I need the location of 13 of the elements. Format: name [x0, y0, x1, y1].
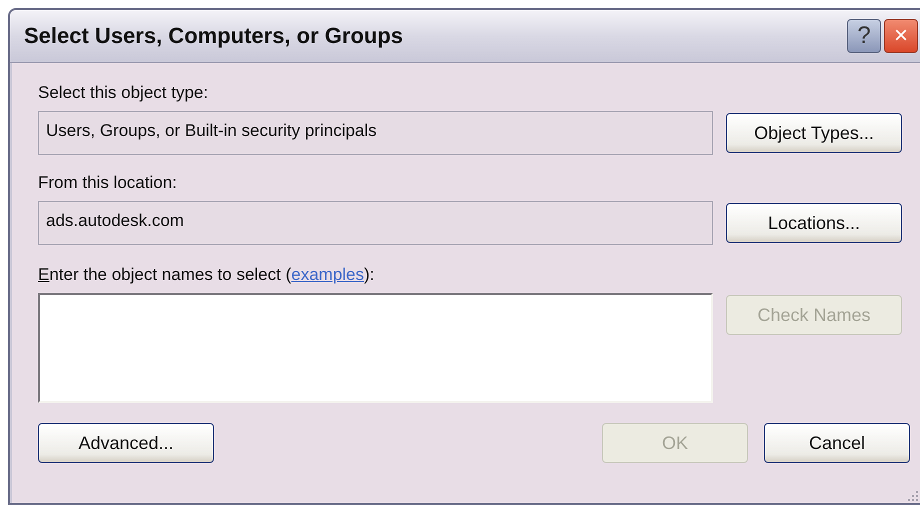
field-label: Select this object type: [38, 83, 210, 103]
locations-button[interactable]: Locations... [726, 203, 902, 243]
examples-link[interactable]: examples [291, 265, 364, 284]
object-type-field: Users, Groups, or Built-in security principals [38, 111, 713, 155]
cancel-button[interactable]: Cancel [764, 423, 910, 463]
field-label: From this location: [38, 173, 178, 193]
field-label: Enter the object names to select (examples): [38, 265, 376, 285]
object-types-button[interactable]: Object Types... [726, 113, 902, 153]
location-field: ads.autodesk.com [38, 201, 713, 245]
advanced-button[interactable]: Advanced... [38, 423, 214, 463]
help-button[interactable]: ? [847, 19, 881, 53]
window-title: Select Users, Computers, or Groups [24, 23, 403, 49]
object-names-field[interactable] [38, 293, 713, 403]
